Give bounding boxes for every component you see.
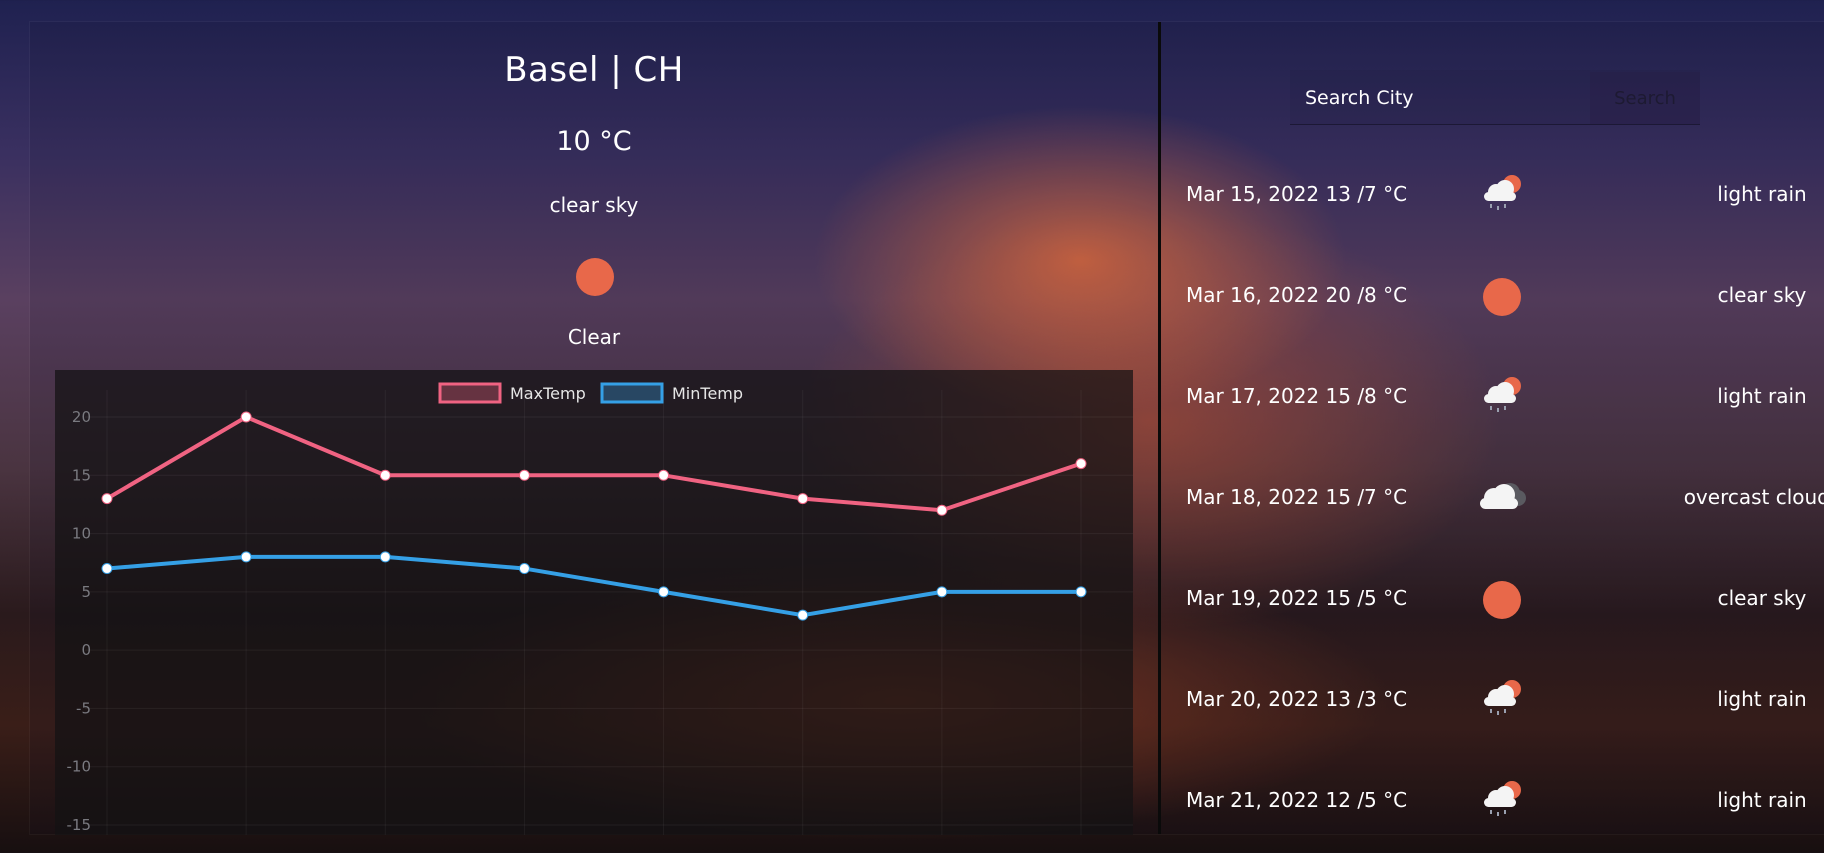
sun-icon xyxy=(1483,278,1521,316)
chart-svg: 20 15 10 5 0 -5 -10 -15 MaxTemp MinTemp xyxy=(67,382,1133,835)
forecast-description: clear sky xyxy=(1717,283,1807,307)
forecast-row: Mar 21, 2022 12 /5 °C light rain xyxy=(1160,770,1824,830)
data-point xyxy=(518,469,530,481)
overcast-clouds-icon xyxy=(1480,483,1526,509)
forecast-row: Mar 20, 2022 13 /3 °C light rain xyxy=(1160,669,1824,729)
city-title: Basel | CH xyxy=(504,50,684,90)
data-point xyxy=(240,411,252,423)
forecast-row: Mar 16, 2022 20 /8 °C clear sky xyxy=(1160,265,1824,325)
forecast-description: light rain xyxy=(1717,788,1807,812)
forecast-row: Mar 17, 2022 15 /8 °C light rain xyxy=(1160,366,1824,426)
light-rain-icon xyxy=(1484,377,1521,412)
light-rain-icon xyxy=(1484,781,1521,816)
sun-icon xyxy=(1483,581,1521,619)
forecast-date: Mar 18, 2022 15 /7 °C xyxy=(1186,485,1408,509)
y-tick-label: 15 xyxy=(72,466,91,484)
sun-icon xyxy=(576,258,614,296)
data-point xyxy=(1075,586,1087,598)
data-point xyxy=(936,586,948,598)
light-rain-icon xyxy=(1484,680,1521,715)
search-button[interactable]: Search xyxy=(1590,72,1700,124)
legend-swatch xyxy=(438,382,502,404)
data-point xyxy=(240,551,252,563)
data-point xyxy=(101,563,113,575)
y-tick-label: 0 xyxy=(81,641,91,659)
data-point xyxy=(518,563,530,575)
search-input[interactable] xyxy=(1290,70,1607,126)
data-point xyxy=(658,586,670,598)
data-point xyxy=(658,469,670,481)
forecast-row: Mar 15, 2022 13 /7 °C light rain xyxy=(1160,164,1824,224)
data-point xyxy=(379,551,391,563)
forecast-description: light rain xyxy=(1717,687,1807,711)
forecast-date: Mar 19, 2022 15 /5 °C xyxy=(1186,586,1408,610)
legend-label: MaxTemp xyxy=(510,384,586,403)
forecast-date: Mar 17, 2022 15 /8 °C xyxy=(1186,384,1408,408)
current-description: clear sky xyxy=(549,193,639,217)
forecast-row: Mar 18, 2022 15 /7 °C overcast clouds xyxy=(1160,467,1824,527)
temperature-chart: 20 15 10 5 0 -5 -10 -15 MaxTemp MinTemp xyxy=(55,370,1133,835)
forecast-date: Mar 21, 2022 12 /5 °C xyxy=(1186,788,1408,812)
y-tick-label: -15 xyxy=(67,816,92,834)
data-point xyxy=(797,493,809,505)
light-rain-icon xyxy=(1484,175,1521,210)
current-weather-panel: Basel | CH 10 °C clear sky Clear 20 15 10 5… xyxy=(0,0,1158,835)
data-point xyxy=(101,493,113,505)
forecast-description: light rain xyxy=(1717,384,1807,408)
data-point xyxy=(379,469,391,481)
y-tick-label: 10 xyxy=(72,525,91,543)
forecast-date: Mar 15, 2022 13 /7 °C xyxy=(1186,182,1408,206)
current-condition: Clear xyxy=(567,325,621,349)
legend-label: MinTemp xyxy=(672,384,743,403)
data-point xyxy=(797,609,809,621)
forecast-description: overcast clouds xyxy=(1683,485,1824,509)
legend-swatch xyxy=(600,382,664,404)
forecast-description: light rain xyxy=(1717,182,1807,206)
current-temperature: 10 °C xyxy=(556,126,632,157)
data-point xyxy=(1075,458,1087,470)
series-line xyxy=(105,415,1082,513)
series-line xyxy=(106,554,1081,618)
y-tick-label: 5 xyxy=(81,583,91,601)
forecast-description: clear sky xyxy=(1717,586,1807,610)
data-point xyxy=(936,504,948,516)
forecast-date: Mar 20, 2022 13 /3 °C xyxy=(1186,687,1408,711)
y-tick-label: -10 xyxy=(67,758,92,776)
y-tick-label: 20 xyxy=(72,408,91,426)
forecast-date: Mar 16, 2022 20 /8 °C xyxy=(1186,283,1408,307)
y-tick-label: -5 xyxy=(76,699,91,717)
forecast-row: Mar 19, 2022 15 /5 °C clear sky xyxy=(1160,568,1824,628)
